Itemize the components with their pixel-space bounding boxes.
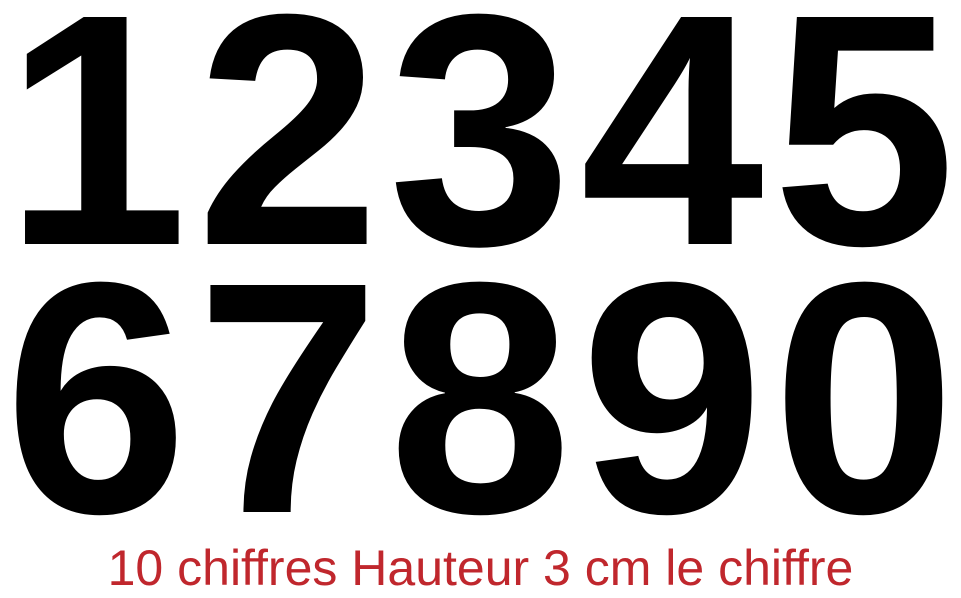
digit-6: 6 xyxy=(4,213,188,582)
digits-row-bottom: 6 7 8 9 0 xyxy=(0,213,961,582)
digit-9: 9 xyxy=(580,213,764,582)
caption-text: 10 chiffres Hauteur 3 cm le chiffre xyxy=(107,540,854,596)
digit-0: 0 xyxy=(772,213,956,582)
digit-7: 7 xyxy=(196,213,380,582)
digit-8: 8 xyxy=(388,213,572,582)
